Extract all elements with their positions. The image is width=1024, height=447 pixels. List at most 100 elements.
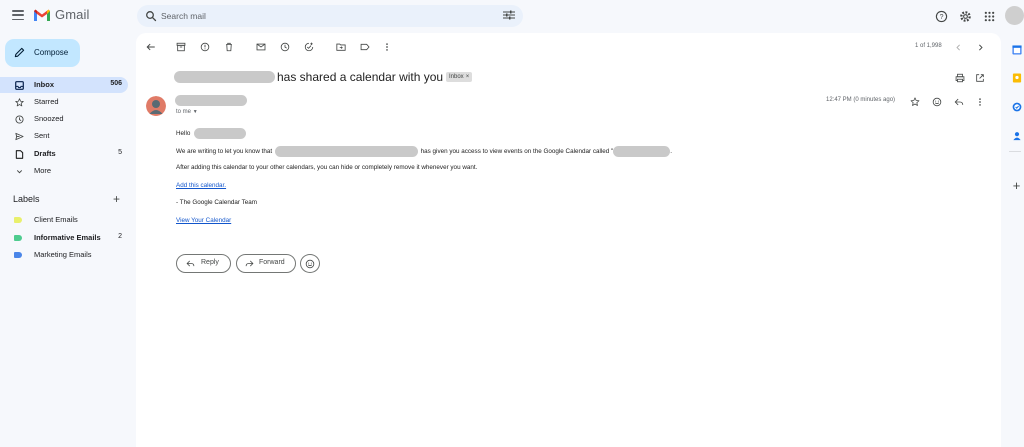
delete-trash-icon[interactable] <box>223 41 235 53</box>
top-bar: Gmail ? <box>0 0 1024 33</box>
email-body-line-2: After adding this calendar to your other… <box>176 164 478 171</box>
report-spam-icon[interactable] <box>199 41 211 53</box>
labels-heading: Labels <box>13 194 40 204</box>
body-text-segment: . <box>670 148 673 156</box>
draft-count: 5 <box>118 149 122 156</box>
body-text-segment: has given you access to view events on t… <box>420 148 614 156</box>
more-vertical-icon[interactable] <box>381 41 393 53</box>
sidebar-item-label: Sent <box>34 131 50 140</box>
side-panel-divider <box>1009 151 1021 152</box>
forward-label: Forward <box>259 259 285 266</box>
email-body-line-1: We are writing to let you know that has … <box>176 146 672 157</box>
sidebar-item-starred[interactable]: Starred <box>0 94 128 110</box>
sidebar-item-sent[interactable]: Sent <box>0 128 128 144</box>
label-tag-icon <box>14 252 22 258</box>
apps-grid-icon[interactable] <box>982 9 996 23</box>
sidebar-item-label: Inbox <box>34 80 54 89</box>
star-icon[interactable] <box>909 96 921 108</box>
more-vertical-icon[interactable] <box>974 96 986 108</box>
redacted-sender <box>175 95 247 106</box>
smiley-icon <box>305 259 315 268</box>
keep-app-icon[interactable] <box>1011 72 1022 83</box>
redacted-sender-name <box>174 71 275 83</box>
greeting-text: Hello <box>176 130 191 138</box>
search-options-icon[interactable] <box>503 10 515 20</box>
back-arrow-icon[interactable] <box>145 41 157 53</box>
calendar-app-icon[interactable] <box>1011 44 1022 55</box>
print-icon[interactable] <box>954 72 966 84</box>
body-text-segment: We are writing to let you know that <box>176 148 273 156</box>
sidebar-item-snoozed[interactable]: Snoozed <box>0 111 128 127</box>
forward-button[interactable]: Forward <box>236 254 296 273</box>
label-item-informative-emails[interactable]: Informative Emails 2 <box>0 230 128 246</box>
archive-icon[interactable] <box>175 41 187 53</box>
main-menu-icon[interactable] <box>12 10 24 20</box>
star-icon <box>14 97 24 107</box>
forward-arrow-icon <box>245 260 254 267</box>
email-timestamp: 12:47 PM (0 minutes ago) <box>826 97 896 103</box>
draft-icon <box>14 149 24 159</box>
add-addon-plus-icon[interactable]: + <box>1011 178 1022 193</box>
compose-label: Compose <box>34 48 69 57</box>
caret-down-icon: ▼ <box>192 109 198 115</box>
redacted-recipient-name <box>194 128 247 139</box>
sidebar-item-inbox[interactable]: Inbox 506 <box>0 77 128 93</box>
to-me-label: to me <box>176 109 192 115</box>
sidebar-item-label: More <box>34 166 52 175</box>
label-item-client-emails[interactable]: Client Emails <box>0 212 128 228</box>
redacted-sharer-email <box>274 146 418 157</box>
chevron-left-icon[interactable] <box>952 41 964 53</box>
view-calendar-link[interactable]: View Your Calendar <box>176 217 231 224</box>
snooze-clock-icon[interactable] <box>279 41 291 53</box>
app-name: Gmail <box>55 7 90 22</box>
add-calendar-link[interactable]: Add this calendar. <box>176 182 226 189</box>
emoji-react-icon[interactable] <box>931 96 943 108</box>
create-label-plus-icon[interactable]: + <box>113 193 120 205</box>
email-subject: has shared a calendar with you <box>277 70 444 84</box>
svg-text:?: ? <box>939 14 943 21</box>
open-new-window-icon[interactable] <box>974 72 986 84</box>
account-avatar[interactable] <box>1005 6 1024 25</box>
tasks-app-icon[interactable] <box>1011 101 1022 112</box>
search-input[interactable] <box>161 9 481 23</box>
label-tag-icon[interactable] <box>359 41 371 53</box>
label-tag-icon <box>14 235 22 241</box>
reply-arrow-icon[interactable] <box>953 96 965 108</box>
mark-unread-icon[interactable] <box>255 41 267 53</box>
recipient-details-toggle[interactable]: to me ▼ <box>176 109 198 115</box>
compose-button[interactable]: Compose <box>5 39 80 67</box>
email-signature: - The Google Calendar Team <box>176 199 257 206</box>
email-greeting: Hello <box>176 128 247 139</box>
chevron-right-icon[interactable] <box>974 41 986 53</box>
search-icon[interactable] <box>145 10 157 22</box>
label-item-marketing-emails[interactable]: Marketing Emails <box>0 247 128 263</box>
remove-label-icon[interactable]: × <box>466 74 470 80</box>
move-to-folder-icon[interactable] <box>335 41 347 53</box>
help-icon[interactable]: ? <box>934 9 948 23</box>
reply-label: Reply <box>201 259 219 266</box>
sidebar-item-label: Drafts <box>34 149 56 158</box>
inbox-label-badge: Inbox × <box>446 72 473 82</box>
clock-icon <box>14 114 24 124</box>
contacts-app-icon[interactable] <box>1011 130 1022 141</box>
label-name: Client Emails <box>34 215 78 224</box>
emoji-react-button[interactable] <box>300 254 320 273</box>
label-tag-icon <box>14 217 22 223</box>
label-name: Informative Emails <box>34 233 101 242</box>
add-task-icon[interactable] <box>303 41 315 53</box>
inbox-icon <box>14 80 24 90</box>
search-bar[interactable] <box>137 5 523 27</box>
label-name: Marketing Emails <box>34 250 92 259</box>
badge-label: Inbox <box>449 74 464 80</box>
send-icon <box>14 131 24 141</box>
pagination-count: 1 of 1,998 <box>915 43 942 49</box>
sidebar-item-drafts[interactable]: Drafts 5 <box>0 146 128 162</box>
sidebar-item-more[interactable]: More <box>0 163 128 179</box>
chevron-down-icon <box>14 166 24 176</box>
label-count: 2 <box>118 233 122 240</box>
settings-gear-icon[interactable] <box>958 9 972 23</box>
gmail-logo[interactable]: Gmail <box>33 7 89 22</box>
reply-button[interactable]: Reply <box>176 254 231 273</box>
sender-avatar[interactable] <box>146 96 166 116</box>
sidebar-item-label: Snoozed <box>34 114 64 123</box>
